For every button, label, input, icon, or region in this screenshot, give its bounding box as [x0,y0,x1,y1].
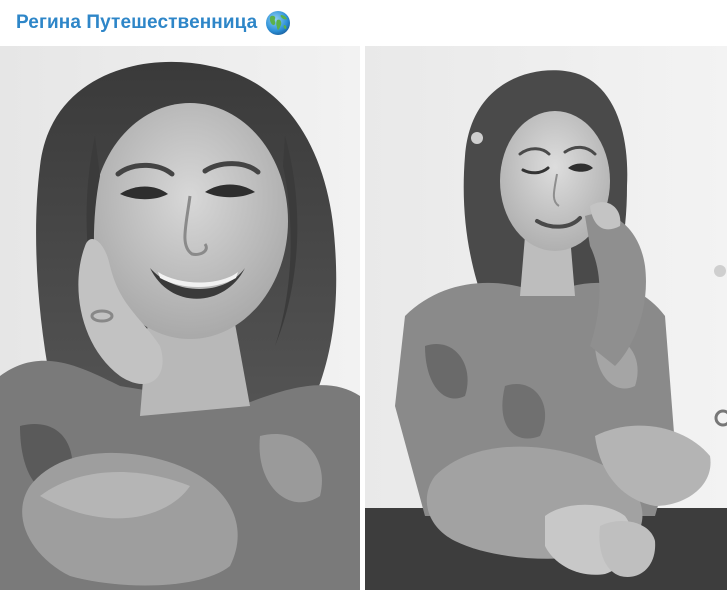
photo-right[interactable] [365,46,727,590]
photo-left[interactable] [0,46,360,590]
sender-name[interactable]: Регина Путешественница [16,12,257,34]
message-card: Регина Путешественница [0,0,727,594]
globe-icon [265,10,291,36]
message-header: Регина Путешественница [0,0,727,46]
